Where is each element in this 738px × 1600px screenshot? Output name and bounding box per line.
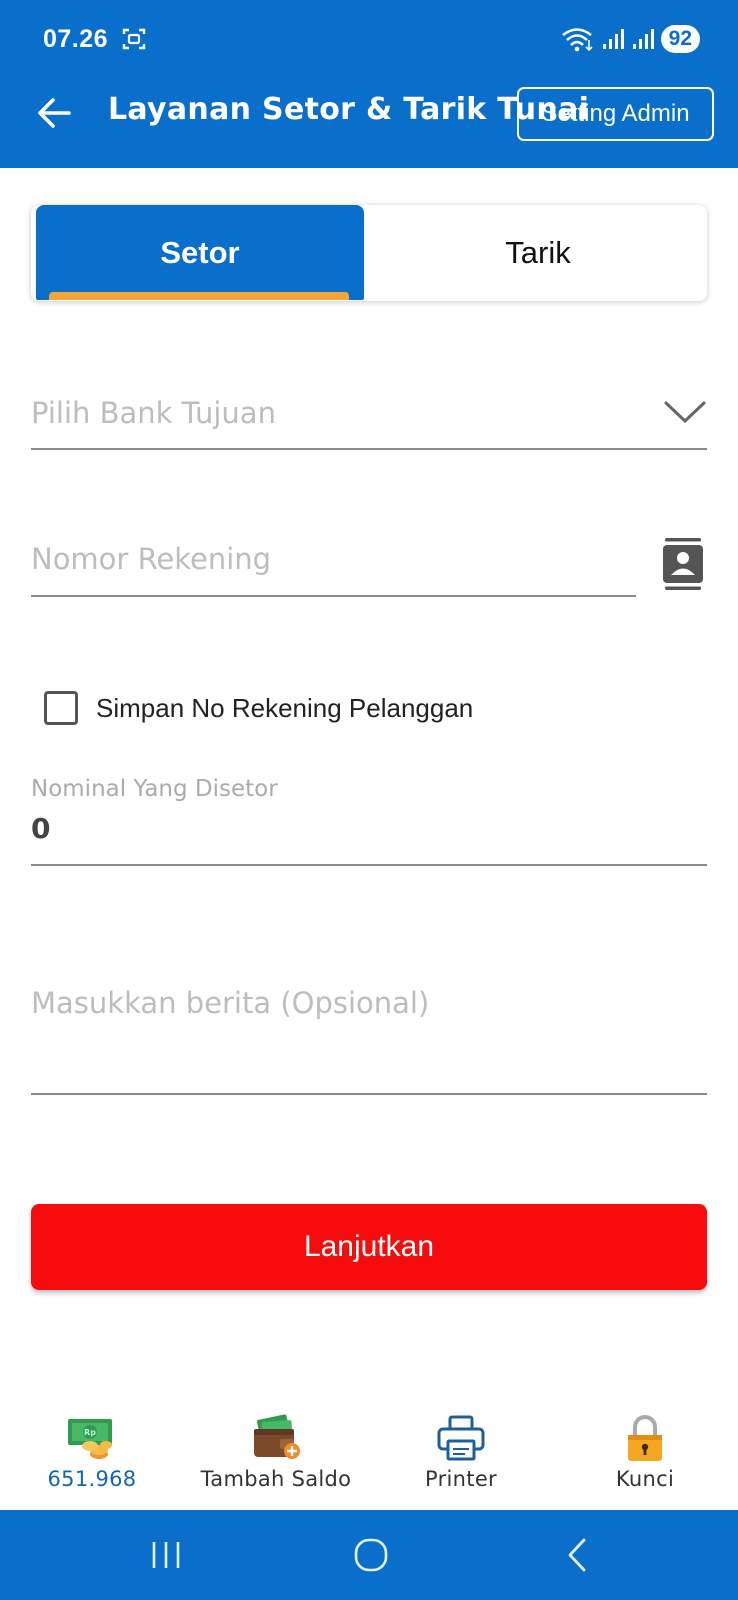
tab-bar: Setor Tarik	[31, 205, 707, 301]
status-icons: 92	[561, 24, 700, 54]
account-number-input[interactable]: Nomor Rekening	[31, 534, 636, 597]
submit-button-label: Lanjutkan	[303, 1230, 435, 1263]
battery-level: 92	[660, 25, 700, 53]
money-coins-icon: Rp	[68, 1419, 112, 1459]
back-nav-icon[interactable]	[553, 1530, 603, 1580]
lock-icon	[628, 1415, 662, 1461]
chevron-down-icon	[664, 401, 706, 424]
tab-setor-label: Setor	[160, 234, 240, 270]
bank-dropdown-placeholder: Pilih Bank Tujuan	[31, 396, 276, 430]
status-bar: 07.26 92	[0, 0, 738, 78]
system-navigation-bar	[0, 1510, 738, 1600]
balance-amount: 651.968	[47, 1467, 137, 1491]
nav-balance[interactable]: Rp 651.968	[0, 1405, 184, 1510]
save-account-label: Simpan No Rekening Pelanggan	[96, 692, 474, 723]
save-account-checkbox[interactable]	[44, 691, 78, 725]
field-underline	[31, 595, 636, 597]
field-underline	[31, 448, 707, 450]
recent-apps-icon[interactable]	[141, 1530, 191, 1580]
message-input[interactable]: Masukkan berita (Opsional)	[31, 982, 707, 1095]
field-underline	[31, 864, 707, 866]
status-time: 07.26	[43, 25, 109, 53]
home-icon[interactable]	[346, 1530, 396, 1580]
wallet-add-icon	[254, 1414, 300, 1459]
wifi-icon	[561, 28, 593, 52]
nominal-value: 0	[31, 812, 51, 845]
screenshot-indicator-icon	[122, 28, 146, 50]
submit-button[interactable]: Lanjutkan	[31, 1204, 707, 1290]
tab-tarik-label: Tarik	[505, 235, 571, 270]
signal-icon-sim2	[632, 29, 654, 49]
printer-icon	[437, 1415, 485, 1461]
topup-label: Tambah Saldo	[200, 1467, 352, 1491]
nav-topup[interactable]: Tambah Saldo	[184, 1405, 368, 1510]
tab-tarik[interactable]: Tarik	[369, 205, 707, 301]
svg-text:Rp: Rp	[84, 1428, 96, 1437]
message-placeholder: Masukkan berita (Opsional)	[31, 986, 430, 1020]
nav-printer[interactable]: Printer	[369, 1405, 553, 1510]
back-arrow-icon[interactable]	[36, 95, 72, 131]
setting-admin-button[interactable]: Setting Admin	[517, 87, 714, 141]
nav-lock[interactable]: Kunci	[553, 1405, 737, 1510]
signal-icon-sim1	[602, 29, 624, 49]
active-tab-indicator	[49, 292, 349, 300]
save-account-checkbox-row[interactable]: Simpan No Rekening Pelanggan	[44, 690, 473, 726]
app-header: 07.26 92 Layanan Setor & Tarik Tunai Set…	[0, 0, 738, 168]
bottom-nav: Rp 651.968 Tambah Saldo Printer Kunci	[0, 1405, 738, 1510]
lock-label: Kunci	[615, 1467, 675, 1491]
nominal-input[interactable]: Nominal Yang Disetor 0	[31, 772, 707, 866]
field-underline	[31, 1093, 707, 1095]
account-number-placeholder: Nomor Rekening	[31, 542, 272, 576]
bank-dropdown[interactable]: Pilih Bank Tujuan	[31, 390, 707, 450]
contacts-icon[interactable]	[662, 538, 704, 590]
printer-label: Printer	[425, 1467, 497, 1491]
nominal-label: Nominal Yang Disetor	[31, 776, 278, 802]
tab-setor[interactable]: Setor	[36, 205, 364, 300]
